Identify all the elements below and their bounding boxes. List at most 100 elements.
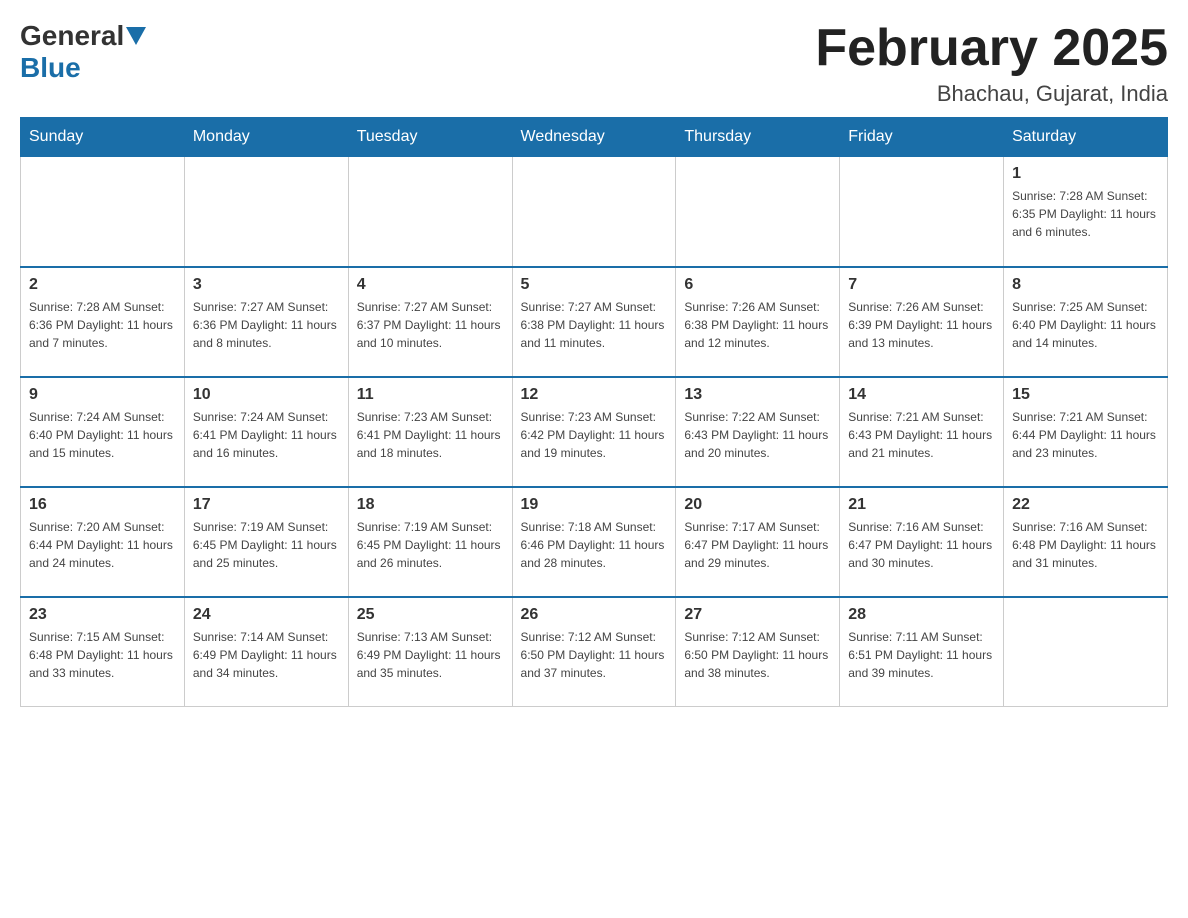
day-info: Sunrise: 7:27 AM Sunset: 6:36 PM Dayligh… — [193, 298, 340, 352]
weekday-header-thursday: Thursday — [676, 118, 840, 157]
weekday-header-sunday: Sunday — [21, 118, 185, 157]
day-number: 12 — [521, 386, 668, 404]
day-cell: 19 Sunrise: 7:18 AM Sunset: 6:46 PM Dayli… — [512, 487, 676, 597]
day-info: Sunrise: 7:14 AM Sunset: 6:49 PM Dayligh… — [193, 628, 340, 682]
day-info: Sunrise: 7:23 AM Sunset: 6:42 PM Dayligh… — [521, 408, 668, 462]
day-cell: 26 Sunrise: 7:12 AM Sunset: 6:50 PM Dayli… — [512, 597, 676, 707]
week-row-0: 1Sunrise: 7:28 AM Sunset: 6:35 PM Daylig… — [21, 157, 1168, 267]
day-info: Sunrise: 7:20 AM Sunset: 6:44 PM Dayligh… — [29, 518, 176, 572]
day-cell: 13 Sunrise: 7:22 AM Sunset: 6:43 PM Dayli… — [676, 377, 840, 487]
day-info: Sunrise: 7:11 AM Sunset: 6:51 PM Dayligh… — [848, 628, 995, 682]
day-info: Sunrise: 7:16 AM Sunset: 6:48 PM Dayligh… — [1012, 518, 1159, 572]
day-number: 3 — [193, 276, 340, 294]
day-number: 27 — [684, 606, 831, 624]
day-cell: 10 Sunrise: 7:24 AM Sunset: 6:41 PM Dayli… — [184, 377, 348, 487]
week-row-3: 16 Sunrise: 7:20 AM Sunset: 6:44 PM Dayli… — [21, 487, 1168, 597]
logo-general-text: General — [20, 20, 124, 52]
weekday-header-friday: Friday — [840, 118, 1004, 157]
day-cell — [840, 157, 1004, 267]
day-cell: 23 Sunrise: 7:15 AM Sunset: 6:48 PM Dayli… — [21, 597, 185, 707]
day-number: 19 — [521, 496, 668, 514]
day-info: Sunrise: 7:18 AM Sunset: 6:46 PM Dayligh… — [521, 518, 668, 572]
day-cell: 7Sunrise: 7:26 AM Sunset: 6:39 PM Daylig… — [840, 267, 1004, 377]
day-number: 9 — [29, 386, 176, 404]
day-cell: 9 Sunrise: 7:24 AM Sunset: 6:40 PM Daylig… — [21, 377, 185, 487]
logo: General Blue — [20, 20, 148, 84]
day-number: 24 — [193, 606, 340, 624]
day-info: Sunrise: 7:22 AM Sunset: 6:43 PM Dayligh… — [684, 408, 831, 462]
day-number: 5 — [521, 276, 668, 294]
day-cell: 15 Sunrise: 7:21 AM Sunset: 6:44 PM Dayli… — [1004, 377, 1168, 487]
day-number: 17 — [193, 496, 340, 514]
weekday-header-tuesday: Tuesday — [348, 118, 512, 157]
day-info: Sunrise: 7:17 AM Sunset: 6:47 PM Dayligh… — [684, 518, 831, 572]
day-number: 25 — [357, 606, 504, 624]
day-info: Sunrise: 7:24 AM Sunset: 6:40 PM Dayligh… — [29, 408, 176, 462]
day-cell — [676, 157, 840, 267]
day-number: 4 — [357, 276, 504, 294]
day-info: Sunrise: 7:28 AM Sunset: 6:36 PM Dayligh… — [29, 298, 176, 352]
day-number: 28 — [848, 606, 995, 624]
day-cell: 11 Sunrise: 7:23 AM Sunset: 6:41 PM Dayli… — [348, 377, 512, 487]
day-number: 16 — [29, 496, 176, 514]
day-cell: 1Sunrise: 7:28 AM Sunset: 6:35 PM Daylig… — [1004, 157, 1168, 267]
day-number: 6 — [684, 276, 831, 294]
logo-triangle-icon — [126, 27, 146, 45]
day-cell — [184, 157, 348, 267]
day-number: 26 — [521, 606, 668, 624]
day-number: 15 — [1012, 386, 1159, 404]
day-number: 13 — [684, 386, 831, 404]
day-info: Sunrise: 7:12 AM Sunset: 6:50 PM Dayligh… — [521, 628, 668, 682]
weekday-header-wednesday: Wednesday — [512, 118, 676, 157]
day-cell: 2 Sunrise: 7:28 AM Sunset: 6:36 PM Daylig… — [21, 267, 185, 377]
day-info: Sunrise: 7:15 AM Sunset: 6:48 PM Dayligh… — [29, 628, 176, 682]
day-info: Sunrise: 7:25 AM Sunset: 6:40 PM Dayligh… — [1012, 298, 1159, 352]
day-cell: 18 Sunrise: 7:19 AM Sunset: 6:45 PM Dayli… — [348, 487, 512, 597]
month-title: February 2025 — [815, 20, 1168, 77]
day-cell: 16 Sunrise: 7:20 AM Sunset: 6:44 PM Dayli… — [21, 487, 185, 597]
week-row-1: 2 Sunrise: 7:28 AM Sunset: 6:36 PM Daylig… — [21, 267, 1168, 377]
day-cell — [1004, 597, 1168, 707]
day-cell: 4Sunrise: 7:27 AM Sunset: 6:37 PM Daylig… — [348, 267, 512, 377]
day-number: 18 — [357, 496, 504, 514]
day-info: Sunrise: 7:13 AM Sunset: 6:49 PM Dayligh… — [357, 628, 504, 682]
day-cell: 25 Sunrise: 7:13 AM Sunset: 6:49 PM Dayli… — [348, 597, 512, 707]
day-info: Sunrise: 7:19 AM Sunset: 6:45 PM Dayligh… — [193, 518, 340, 572]
day-cell: 21Sunrise: 7:16 AM Sunset: 6:47 PM Dayli… — [840, 487, 1004, 597]
day-number: 11 — [357, 386, 504, 404]
day-number: 7 — [848, 276, 995, 294]
day-cell: 28 Sunrise: 7:11 AM Sunset: 6:51 PM Dayli… — [840, 597, 1004, 707]
day-number: 22 — [1012, 496, 1159, 514]
day-cell: 24 Sunrise: 7:14 AM Sunset: 6:49 PM Dayli… — [184, 597, 348, 707]
day-cell: 5 Sunrise: 7:27 AM Sunset: 6:38 PM Daylig… — [512, 267, 676, 377]
day-cell — [512, 157, 676, 267]
week-row-4: 23 Sunrise: 7:15 AM Sunset: 6:48 PM Dayli… — [21, 597, 1168, 707]
day-cell: 22 Sunrise: 7:16 AM Sunset: 6:48 PM Dayli… — [1004, 487, 1168, 597]
day-cell: 14 Sunrise: 7:21 AM Sunset: 6:43 PM Dayli… — [840, 377, 1004, 487]
day-info: Sunrise: 7:12 AM Sunset: 6:50 PM Dayligh… — [684, 628, 831, 682]
day-info: Sunrise: 7:21 AM Sunset: 6:43 PM Dayligh… — [848, 408, 995, 462]
day-number: 8 — [1012, 276, 1159, 294]
day-number: 2 — [29, 276, 176, 294]
title-area: February 2025 Bhachau, Gujarat, India — [815, 20, 1168, 107]
day-cell: 20 Sunrise: 7:17 AM Sunset: 6:47 PM Dayli… — [676, 487, 840, 597]
day-cell: 12 Sunrise: 7:23 AM Sunset: 6:42 PM Dayli… — [512, 377, 676, 487]
day-info: Sunrise: 7:24 AM Sunset: 6:41 PM Dayligh… — [193, 408, 340, 462]
day-number: 21 — [848, 496, 995, 514]
day-info: Sunrise: 7:26 AM Sunset: 6:38 PM Dayligh… — [684, 298, 831, 352]
day-info: Sunrise: 7:19 AM Sunset: 6:45 PM Dayligh… — [357, 518, 504, 572]
day-info: Sunrise: 7:23 AM Sunset: 6:41 PM Dayligh… — [357, 408, 504, 462]
weekday-header-row: SundayMondayTuesdayWednesdayThursdayFrid… — [21, 118, 1168, 157]
day-info: Sunrise: 7:27 AM Sunset: 6:38 PM Dayligh… — [521, 298, 668, 352]
page-header: General Blue February 2025 Bhachau, Guja… — [20, 20, 1168, 107]
day-cell: 8 Sunrise: 7:25 AM Sunset: 6:40 PM Daylig… — [1004, 267, 1168, 377]
day-number: 1 — [1012, 165, 1159, 183]
day-number: 10 — [193, 386, 340, 404]
day-number: 23 — [29, 606, 176, 624]
day-cell: 27 Sunrise: 7:12 AM Sunset: 6:50 PM Dayli… — [676, 597, 840, 707]
week-row-2: 9 Sunrise: 7:24 AM Sunset: 6:40 PM Daylig… — [21, 377, 1168, 487]
day-info: Sunrise: 7:21 AM Sunset: 6:44 PM Dayligh… — [1012, 408, 1159, 462]
day-number: 14 — [848, 386, 995, 404]
day-number: 20 — [684, 496, 831, 514]
weekday-header-monday: Monday — [184, 118, 348, 157]
